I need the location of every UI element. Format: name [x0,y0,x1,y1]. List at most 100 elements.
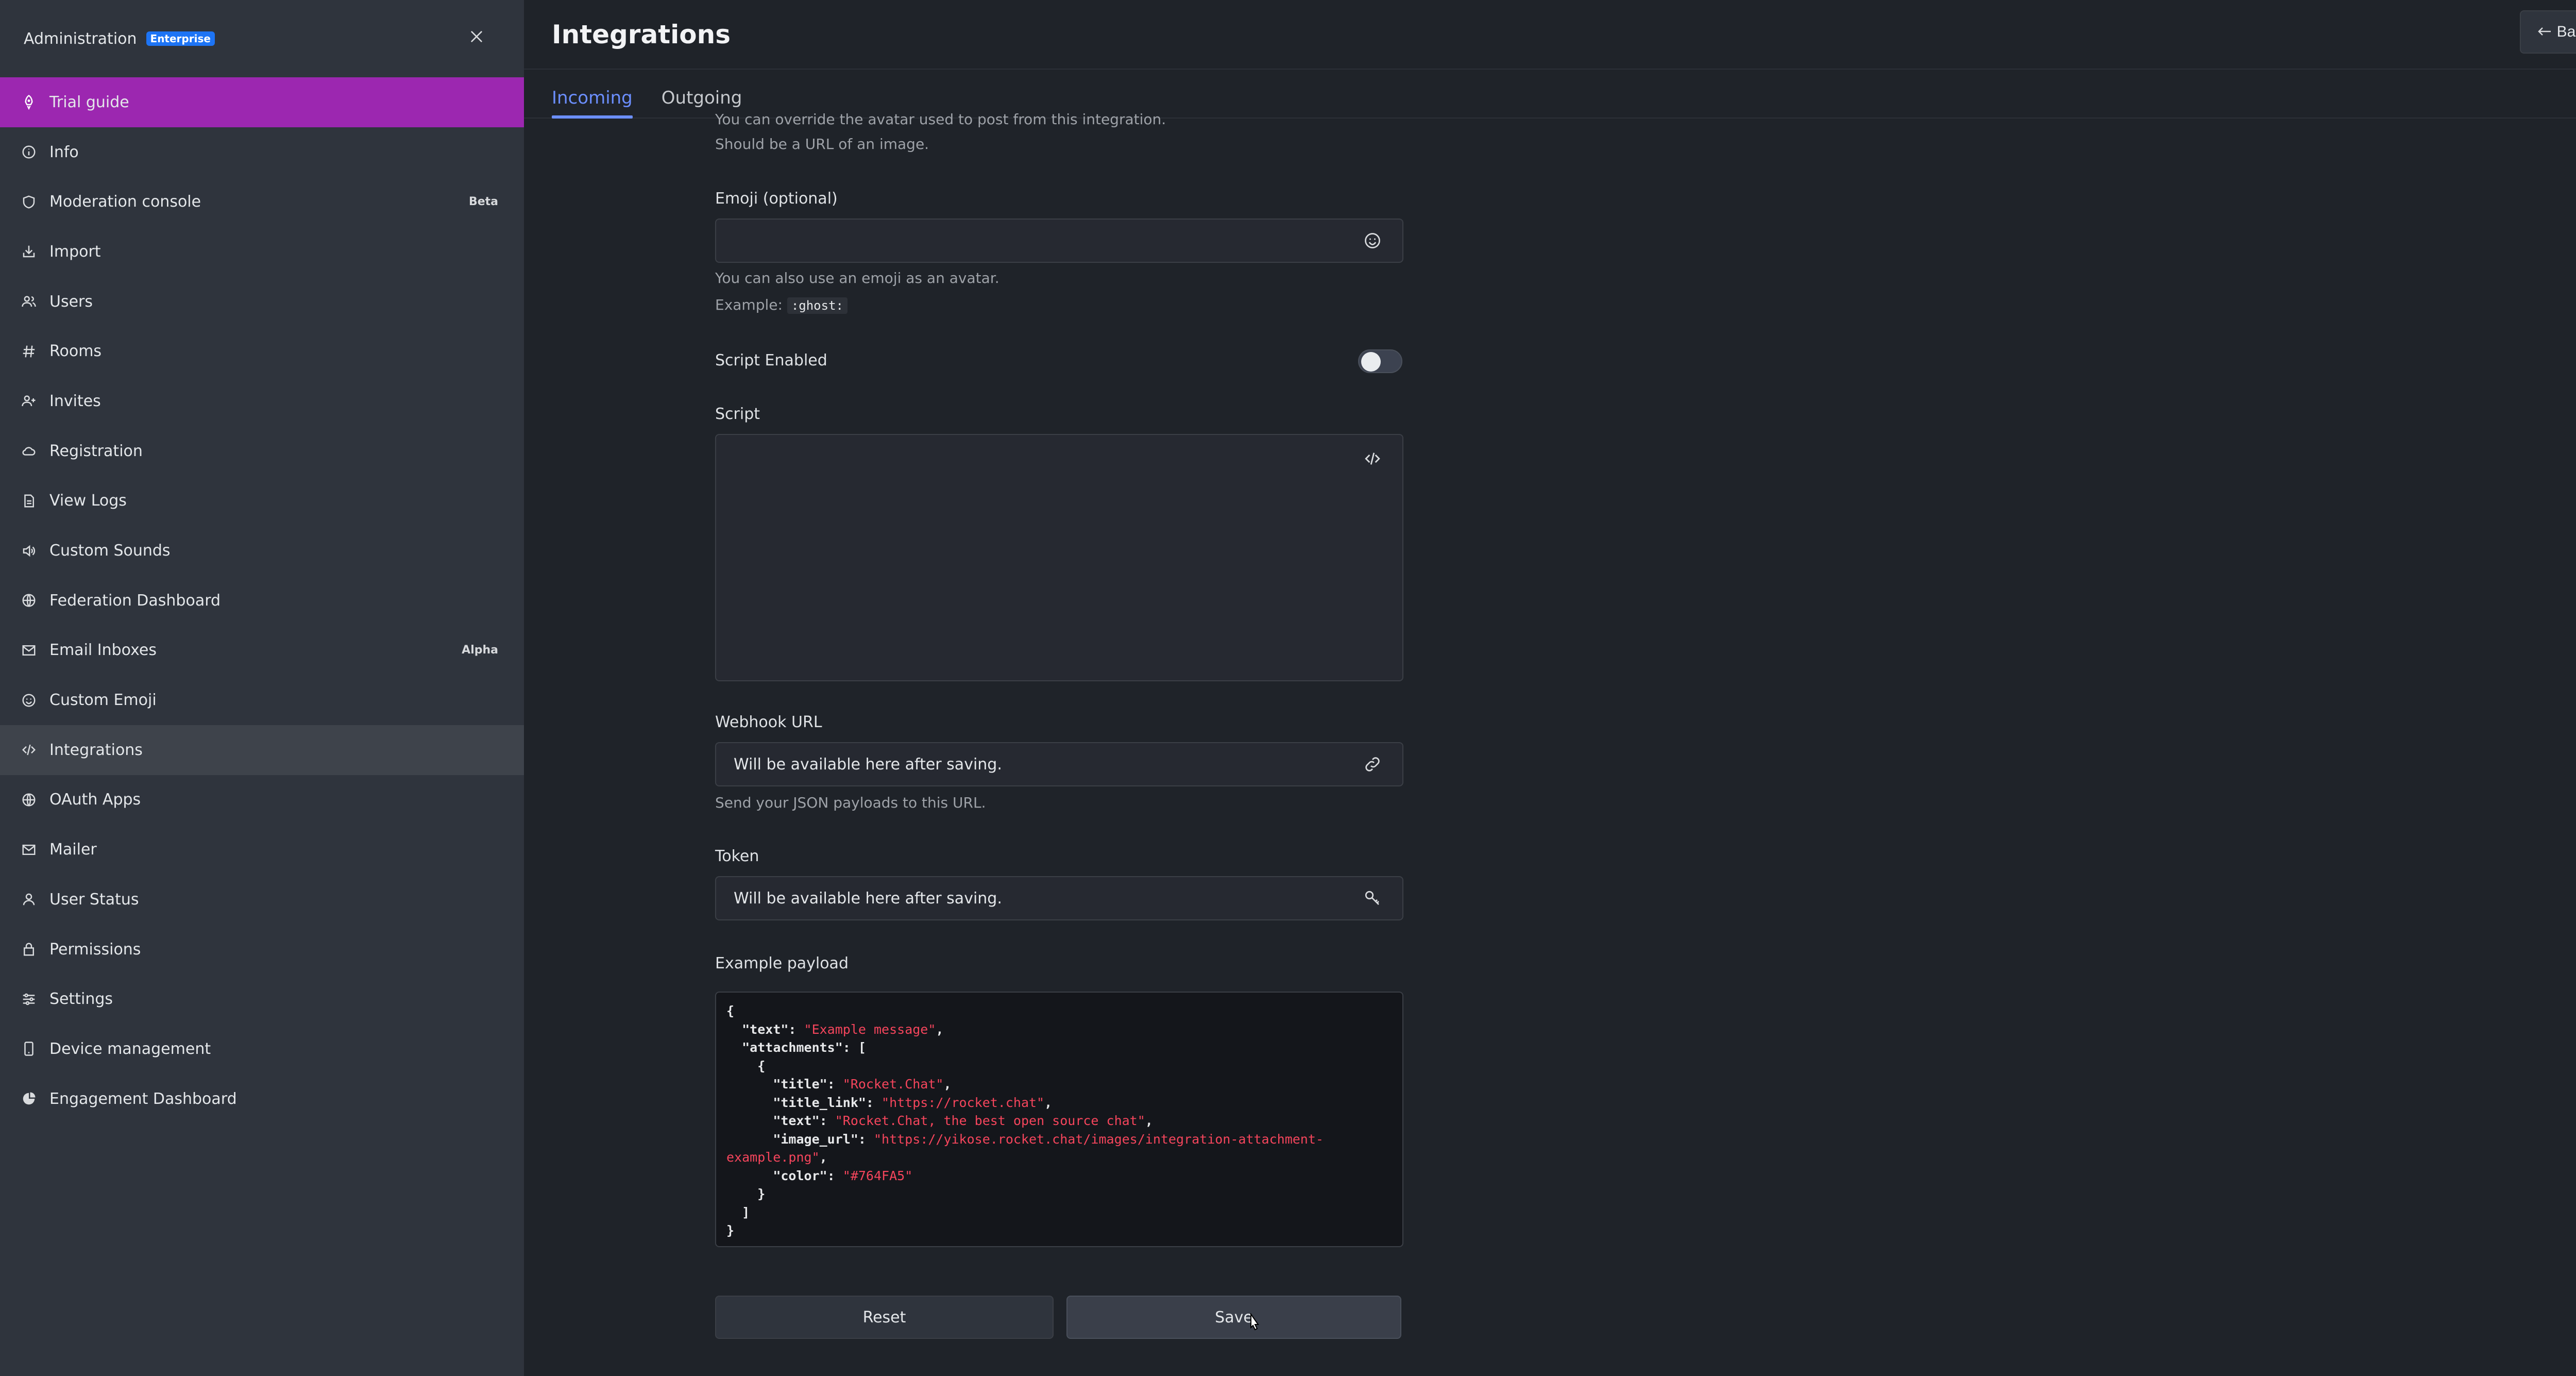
sliders-icon [19,989,39,1010]
webhook-value: Will be available here after saving. [734,755,1002,774]
webhook-hint: Send your JSON payloads to this URL. [715,794,986,811]
link-icon[interactable] [1362,754,1383,775]
rocket-icon [19,92,39,112]
emoji-example: Example: :ghost: [715,292,848,319]
webhook-field[interactable]: Will be available here after saving. [715,742,1403,786]
sidebar-nav: Trial guide Info Moderation console Beta… [0,77,524,1123]
hash-icon [19,341,39,362]
volume-icon [19,541,39,561]
lock-icon [19,939,39,960]
sidebar-item-label: Invites [49,392,101,410]
sidebar-item-permissions[interactable]: Permissions [0,925,524,975]
arrow-left-icon [2537,23,2552,41]
sidebar-item-view-logs[interactable]: View Logs [0,476,524,526]
pie-icon [19,1088,39,1109]
sidebar-item-label: Registration [49,442,143,460]
file-icon [19,491,39,511]
code-icon[interactable] [1362,448,1383,469]
tab-incoming[interactable]: Incoming [552,88,633,119]
sidebar-item-moderation-console[interactable]: Moderation console Beta [0,177,524,227]
info-icon [19,142,39,162]
emoji-label: Emoji (optional) [715,190,838,208]
sidebar-item-label: Trial guide [49,93,129,111]
sidebar-item-users[interactable]: Users [0,277,524,327]
import-icon [19,241,39,262]
emoji-icon [19,690,39,711]
sidebar-item-device-management[interactable]: Device management [0,1024,524,1074]
code-icon [19,740,39,760]
page-header: Integrations Back [524,0,2576,70]
admin-sidebar: Administration Enterprise Trial guide In… [0,0,524,1376]
sidebar-item-label: Federation Dashboard [49,591,221,610]
sidebar-item-info[interactable]: Info [0,127,524,177]
sidebar-item-custom-emoji[interactable]: Custom Emoji [0,675,524,725]
sidebar-item-federation-dashboard[interactable]: Federation Dashboard [0,576,524,626]
beta-tag: Beta [468,195,498,209]
emoji-input[interactable] [716,220,1402,262]
users-icon [19,291,39,312]
back-button[interactable]: Back [2520,10,2576,54]
payload-label: Example payload [715,954,849,972]
sidebar-item-invites[interactable]: Invites [0,376,524,426]
script-enabled-label: Script Enabled [715,351,827,370]
avatar-hint-1: You can override the avatar used to post… [715,111,1166,128]
globe-icon [19,590,39,611]
device-icon [19,1038,39,1059]
save-button[interactable]: Save [1066,1296,1401,1339]
alpha-tag: Alpha [462,644,498,657]
globe-icon [19,790,39,810]
sidebar-item-mailer[interactable]: Mailer [0,825,524,875]
token-field[interactable]: Will be available here after saving. [715,876,1403,920]
user-icon [19,889,39,910]
sidebar-item-label: Permissions [49,940,141,959]
sidebar-item-label: Integrations [49,741,143,759]
mouse-pointer-icon [1250,1313,1259,1331]
example-payload: { "text": "Example message", "attachment… [715,992,1403,1247]
reset-button[interactable]: Reset [715,1296,1054,1339]
sidebar-item-label: OAuth Apps [49,791,141,809]
sidebar-item-registration[interactable]: Registration [0,426,524,476]
cloud-icon [19,441,39,461]
sidebar-item-custom-sounds[interactable]: Custom Sounds [0,526,524,576]
sidebar-item-label: Custom Emoji [49,691,157,710]
emoji-field[interactable] [715,219,1403,263]
sidebar-item-trial-guide[interactable]: Trial guide [0,77,524,127]
sidebar-item-label: Users [49,292,93,311]
sidebar-item-label: Moderation console [49,193,201,211]
sidebar-item-label: Settings [49,990,113,1009]
sidebar-item-rooms[interactable]: Rooms [0,326,524,376]
sidebar-item-user-status[interactable]: User Status [0,875,524,925]
sidebar-item-label: View Logs [49,492,127,510]
script-editor[interactable] [715,434,1403,681]
sidebar-item-oauth-apps[interactable]: OAuth Apps [0,775,524,825]
close-icon[interactable] [464,24,489,49]
toggle-knob [1361,352,1381,372]
user-plus-icon [19,391,39,411]
sidebar-item-settings[interactable]: Settings [0,974,524,1024]
token-value: Will be available here after saving. [734,889,1002,908]
sidebar-item-email-inboxes[interactable]: Email Inboxes Alpha [0,626,524,676]
back-button-label: Back [2556,23,2576,40]
enterprise-badge: Enterprise [146,31,215,46]
script-enabled-toggle[interactable] [1358,349,1402,373]
sidebar-item-label: Info [49,143,79,161]
sidebar-item-engagement-dashboard[interactable]: Engagement Dashboard [0,1074,524,1124]
sidebar-title: Administration [24,29,137,48]
sidebar-item-label: Custom Sounds [49,542,171,560]
webhook-label: Webhook URL [715,713,822,731]
sidebar-item-label: User Status [49,890,139,909]
emoji-icon[interactable] [1362,230,1383,251]
sidebar-header: Administration Enterprise [0,0,524,77]
sidebar-item-label: Engagement Dashboard [49,1089,237,1108]
sidebar-item-label: Email Inboxes [49,641,157,660]
sidebar-item-import[interactable]: Import [0,227,524,277]
avatar-hint-2: Should be a URL of an image. [715,136,929,153]
payload-code: { "text": "Example message", "attachment… [726,1003,1324,1238]
shield-icon [19,192,39,212]
page-title: Integrations [552,19,731,49]
sidebar-item-label: Device management [49,1039,211,1058]
script-label: Script [715,405,760,423]
key-icon[interactable] [1362,888,1383,909]
sidebar-item-integrations[interactable]: Integrations [0,725,524,775]
sidebar-item-label: Import [49,242,101,261]
